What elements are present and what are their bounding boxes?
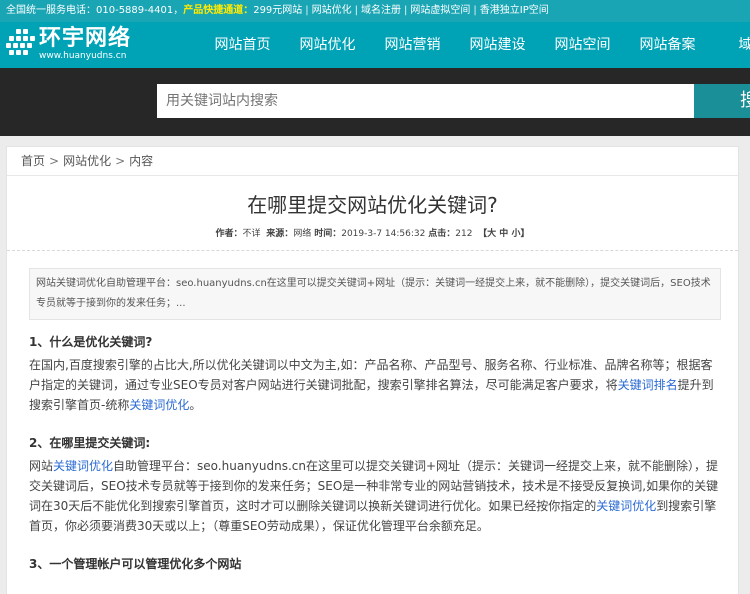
main-navigation: 环宇网络 www.huanyudns.cn 网站首页 网站优化 网站营销 网站建设 网站…	[0, 22, 750, 68]
topbar-link-hk-ip[interactable]: 香港独立IP空间	[480, 5, 549, 16]
logo-dots-icon	[6, 29, 36, 57]
search-band: 搜	[0, 68, 750, 136]
nav-items: 网站首页网站优化网站营销网站建设网站空间网站备案域名	[200, 22, 750, 68]
section-2-heading: 2、在哪里提交关键词:	[29, 436, 151, 450]
link-keyword-optimization[interactable]: 关键词优化	[129, 398, 189, 412]
section-2-paragraph: 网站关键词优化自助管理平台：seo.huanyudns.cn在这里可以提交关键词…	[29, 459, 719, 533]
section-1-heading: 1、什么是优化关键词?	[29, 335, 153, 349]
topbar-link-299-site[interactable]: 299元网站	[253, 5, 302, 16]
article-body: 1、什么是优化关键词? 在国内,百度搜索引擎的占比大,所以优化关键词以中文为主,…	[7, 332, 738, 574]
logo-name: 环宇网络	[39, 26, 132, 51]
link-keyword-optimization-2[interactable]: 关键词优化	[53, 459, 113, 473]
topbar-link-virtual-hosting[interactable]: 网站虚拟空间	[410, 5, 470, 16]
search-input[interactable]	[157, 84, 694, 118]
meta-author: 不详	[242, 229, 261, 239]
nav-item-site-building[interactable]: 网站建设	[455, 22, 540, 68]
title-divider	[7, 250, 738, 251]
breadcrumb-current: 内容	[129, 154, 154, 168]
nav-item-seo[interactable]: 网站优化	[285, 22, 370, 68]
nav-item-icp-filing[interactable]: 网站备案	[625, 22, 710, 68]
breadcrumb-seo[interactable]: 网站优化	[63, 154, 111, 168]
section-1-paragraph: 在国内,百度搜索引擎的占比大,所以优化关键词以中文为主,如：产品名称、产品型号、…	[29, 358, 714, 412]
topbar-link-seo[interactable]: 网站优化	[312, 5, 352, 16]
nav-item-domain[interactable]: 域名	[710, 22, 750, 68]
article-summary: 网站关键词优化自助管理平台：seo.huanyudns.cn在这里可以提交关键词…	[29, 268, 721, 320]
nav-item-home[interactable]: 网站首页	[200, 22, 285, 68]
nav-item-hosting[interactable]: 网站空间	[540, 22, 625, 68]
link-keyword-optimization-3[interactable]: 关键词优化	[596, 499, 656, 513]
breadcrumb-home[interactable]: 首页	[21, 154, 45, 168]
search-button[interactable]: 搜	[694, 84, 750, 118]
section-3-heading: 3、一个管理帐户可以管理优化多个网站	[29, 557, 242, 571]
article-meta: 作者：不详 来源：网络 时间：2019-3-7 14:56:32 点击：212 …	[215, 229, 530, 239]
meta-time: 2019-3-7 14:56:32	[341, 229, 426, 239]
article-title: 在哪里提交网站优化关键词?	[247, 193, 498, 217]
breadcrumb: 首页 > 网站优化 > 内容	[7, 147, 738, 176]
article-card: 首页 > 网站优化 > 内容 在哪里提交网站优化关键词? 作者：不详 来源：网络 时间：…	[6, 146, 739, 594]
top-info-bar: 全国统一服务电话：010-5889-4401，产品快捷通道：299元网站 | 网站优…	[0, 0, 750, 22]
nav-item-marketing[interactable]: 网站营销	[370, 22, 455, 68]
meta-clicks: 212	[455, 229, 473, 239]
link-keyword-ranking[interactable]: 关键词排名	[618, 378, 678, 392]
logo-url: www.huanyudns.cn	[39, 51, 127, 61]
site-logo[interactable]: 环宇网络 www.huanyudns.cn	[6, 26, 131, 64]
service-hotline: 全国统一服务电话：010-5889-4401，	[6, 5, 184, 16]
meta-source: 网络	[293, 229, 312, 239]
fast-channel-label: 产品快捷通道：	[183, 5, 254, 16]
font-size-switcher[interactable]: 【大 中 小】	[478, 229, 529, 239]
topbar-link-domain[interactable]: 域名注册	[361, 5, 401, 16]
